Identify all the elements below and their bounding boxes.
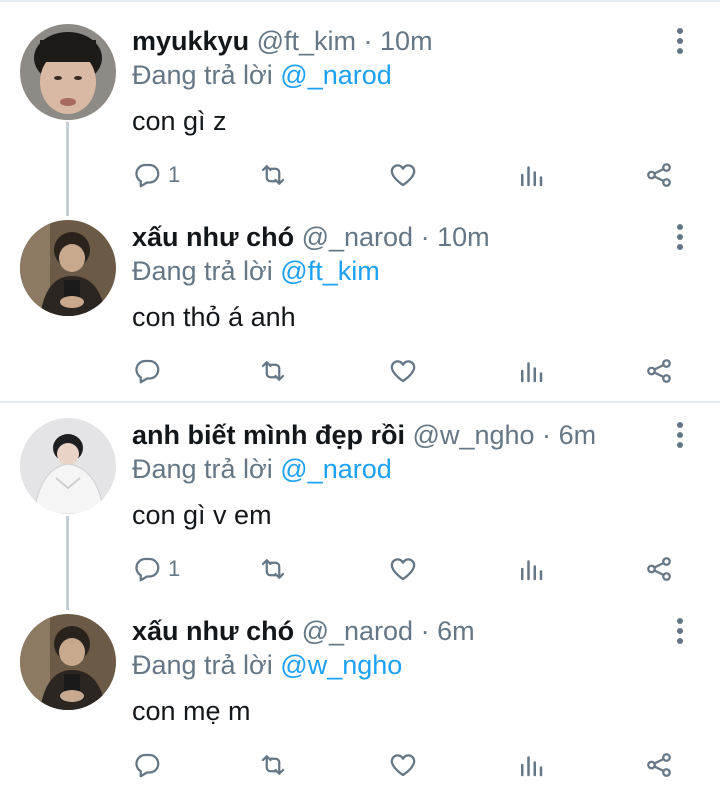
handle[interactable]: @w_ngho (413, 420, 535, 450)
more-options-icon[interactable] (668, 418, 692, 452)
share-button[interactable] (644, 745, 674, 785)
analytics-icon (521, 756, 543, 777)
separator: · (542, 420, 552, 450)
analytics-button[interactable] (516, 155, 546, 195)
reply-button[interactable] (132, 745, 168, 785)
reply-prefix: Đang trả lời (132, 60, 273, 90)
action-bar (0, 745, 720, 785)
retweet-button[interactable] (258, 351, 288, 391)
reply-prefix: Đang trả lời (132, 256, 273, 286)
replying-to: Đang trả lời @_narod (132, 58, 392, 92)
share-icon (647, 753, 671, 777)
handle[interactable]: @_narod (302, 222, 413, 252)
reply-prefix: Đang trả lời (132, 650, 273, 680)
avatar[interactable] (20, 220, 116, 316)
like-icon (390, 558, 416, 581)
share-icon (647, 557, 671, 581)
retweet-button[interactable] (258, 745, 288, 785)
replying-to: Đang trả lời @ft_kim (132, 254, 380, 288)
reply-button[interactable]: 1 (132, 155, 180, 195)
tweet-header: anh biết mình đẹp rồi @w_ngho · 6m (132, 418, 596, 452)
more-options-icon[interactable] (668, 24, 692, 58)
reply-prefix: Đang trả lời (132, 454, 273, 484)
like-button[interactable] (388, 549, 418, 589)
separator: · (363, 26, 373, 56)
display-name[interactable]: myukkyu (132, 26, 249, 56)
reply-mention[interactable]: @_narod (280, 60, 391, 90)
timestamp[interactable]: 10m (437, 222, 490, 252)
reply-count: 1 (168, 556, 181, 581)
like-button[interactable] (388, 351, 418, 391)
reply-icon (135, 163, 160, 188)
top-divider (0, 0, 720, 2)
reply-button[interactable]: 1 (132, 549, 180, 589)
analytics-button[interactable] (516, 351, 546, 391)
reply-mention[interactable]: @_narod (280, 454, 391, 484)
like-button[interactable] (388, 155, 418, 195)
analytics-icon (521, 166, 543, 187)
reply-icon (135, 557, 160, 582)
tweet-header: xấu như chó @_narod · 6m (132, 614, 475, 648)
share-button[interactable] (644, 351, 674, 391)
more-options-icon[interactable] (668, 220, 692, 254)
timestamp[interactable]: 6m (437, 616, 475, 646)
reply-icon (135, 753, 160, 778)
retweet-icon (261, 361, 285, 381)
tweet-text: con gì v em (132, 500, 272, 530)
handle[interactable]: @_narod (302, 616, 413, 646)
retweet-icon (261, 165, 285, 185)
analytics-button[interactable] (516, 549, 546, 589)
retweet-button[interactable] (258, 155, 288, 195)
reply-count: 1 (168, 162, 181, 187)
replying-to: Đang trả lời @w_ngho (132, 648, 402, 682)
avatar[interactable] (20, 614, 116, 710)
retweet-icon (261, 755, 285, 775)
tweet-text: con mẹ m (132, 696, 251, 726)
like-icon (390, 754, 416, 777)
like-icon (390, 360, 416, 383)
tweet-header: myukkyu @ft_kim · 10m (132, 24, 433, 58)
share-button[interactable] (644, 549, 674, 589)
tweet-text: con gì z (132, 106, 227, 136)
avatar[interactable] (20, 24, 116, 120)
display-name[interactable]: anh biết mình đẹp rồi (132, 420, 405, 450)
reply-mention[interactable]: @ft_kim (280, 256, 379, 286)
tweet-header: xấu như chó @_narod · 10m (132, 220, 490, 254)
display-name[interactable]: xấu như chó (132, 616, 294, 646)
retweet-icon (261, 559, 285, 579)
handle[interactable]: @ft_kim (257, 26, 356, 56)
action-bar: 1 (0, 155, 720, 195)
reply-icon (135, 359, 160, 384)
tweet-text: con thỏ á anh (132, 302, 296, 332)
like-icon (390, 164, 416, 187)
timestamp[interactable]: 10m (380, 26, 433, 56)
retweet-button[interactable] (258, 549, 288, 589)
share-icon (647, 359, 671, 383)
replying-to: Đang trả lời @_narod (132, 452, 392, 486)
separator: · (420, 222, 430, 252)
action-bar (0, 351, 720, 391)
analytics-icon (521, 560, 543, 581)
more-options-icon[interactable] (668, 614, 692, 648)
analytics-button[interactable] (516, 745, 546, 785)
reply-button[interactable] (132, 351, 168, 391)
reply-mention[interactable]: @w_ngho (280, 650, 402, 680)
display-name[interactable]: xấu như chó (132, 222, 294, 252)
analytics-icon (521, 362, 543, 383)
separator: · (420, 616, 430, 646)
like-button[interactable] (388, 745, 418, 785)
thread-divider (0, 401, 720, 403)
share-button[interactable] (644, 155, 674, 195)
share-icon (647, 163, 671, 187)
timestamp[interactable]: 6m (559, 420, 597, 450)
avatar[interactable] (20, 418, 116, 514)
action-bar: 1 (0, 549, 720, 589)
